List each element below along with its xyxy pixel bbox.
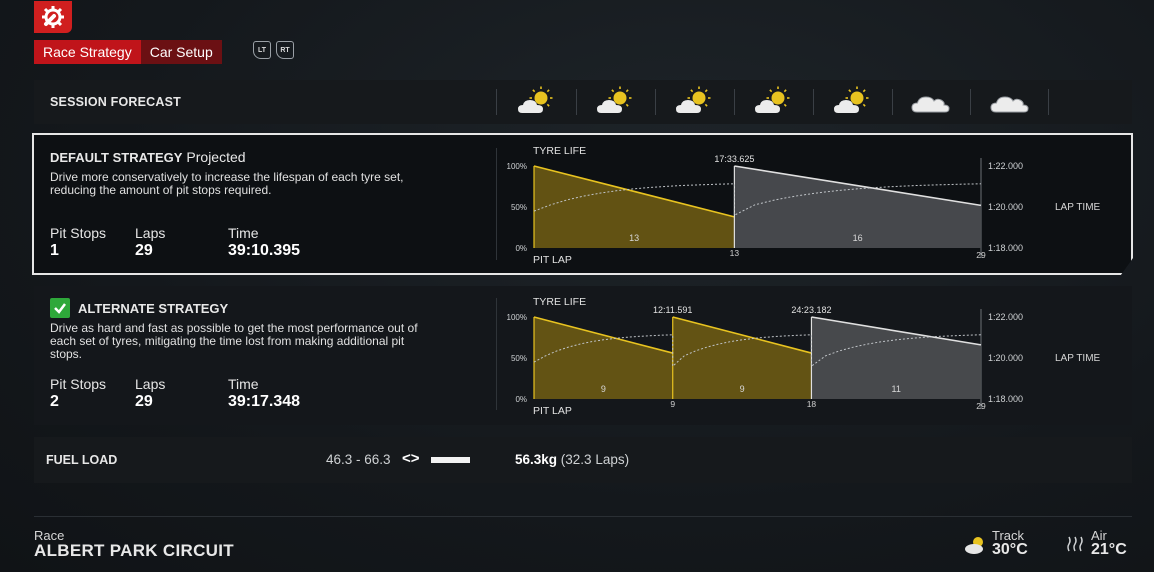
pit-time-label: 12:11.591	[653, 305, 692, 315]
tab-car-setup[interactable]: Car Setup	[140, 40, 222, 64]
alternate-pit-stops-label: Pit Stops	[50, 376, 107, 392]
default-pit-stops-value: 1	[50, 242, 59, 259]
forecast-separator	[655, 89, 656, 115]
pit-time-label: 17:33.625	[714, 154, 754, 164]
default-time-value: 39:10.395	[228, 242, 301, 259]
race-strategy-app-icon	[34, 1, 72, 33]
y-tick-right: 1:20.000	[988, 202, 1023, 212]
y-tick-left: 50%	[511, 203, 527, 212]
session-forecast-title: SESSION FORECAST	[50, 95, 181, 109]
default-strategy-description: Drive more conservatively to increase th…	[50, 170, 404, 197]
alternate-laps-value: 29	[135, 393, 153, 410]
stint-laps-label: 16	[853, 233, 863, 243]
x-axis-label: PIT LAP	[533, 254, 572, 266]
fuel-load-label: FUEL LOAD	[46, 453, 118, 467]
fuel-level-bar[interactable]	[431, 457, 470, 463]
circuit-name: ALBERT PARK CIRCUIT	[34, 541, 234, 560]
selected-checkbox[interactable]	[50, 298, 70, 318]
stint-laps-label: 9	[740, 384, 745, 394]
x-axis-label: PIT LAP	[533, 405, 572, 417]
y-tick-right: 1:18.000	[988, 394, 1023, 404]
divider	[496, 298, 497, 410]
fuel-adjust-arrows-icon[interactable]: <>	[402, 450, 420, 467]
air-temp-value: 21°C	[1091, 541, 1127, 558]
y-tick-right: 1:22.000	[988, 161, 1023, 171]
tab-bar: Race Strategy Car Setup	[34, 40, 222, 64]
end-lap-label: 29	[976, 401, 986, 411]
alternate-laps-label: Laps	[135, 376, 166, 392]
chart-title: TYRE LIFE	[533, 296, 586, 308]
default-strategy-chart: TYRE LIFE PIT LAP 100% 1:22.000 50% 1:20.000 0…	[507, 145, 1101, 266]
lt-bumper-icon[interactable]: LT	[253, 41, 271, 59]
default-laps-label: Laps	[135, 225, 166, 241]
stint-laps-label: 13	[629, 233, 639, 243]
forecast-separator	[892, 89, 893, 115]
default-time-label: Time	[228, 225, 259, 241]
rt-bumper-icon[interactable]: RT	[276, 41, 294, 59]
air-heat-icon	[1067, 536, 1083, 552]
partly-sunny-icon	[965, 537, 983, 554]
forecast-separator	[496, 89, 497, 115]
forecast-separator	[970, 89, 971, 115]
cloud-icon	[990, 96, 1029, 113]
stint-laps-label: 9	[601, 384, 606, 394]
lap-time-label: LAP TIME	[1055, 353, 1101, 364]
forecast-separator	[734, 89, 735, 115]
default-strategy-subtitle: Projected	[186, 149, 246, 165]
fuel-load-value: 56.3kg (32.3 Laps)	[515, 452, 630, 467]
y-tick-left: 0%	[515, 244, 527, 253]
pit-lap-label: 13	[730, 248, 740, 258]
y-tick-left: 100%	[507, 313, 527, 322]
y-tick-right: 1:22.000	[988, 312, 1023, 322]
pit-time-label: 24:23.182	[791, 305, 831, 315]
alternate-time-value: 39:17.348	[228, 393, 301, 410]
partly-sunny-icon	[518, 86, 553, 113]
default-laps-value: 29	[135, 242, 153, 259]
partly-sunny-icon	[755, 86, 790, 113]
wrench-gear-icon	[42, 6, 64, 28]
partly-sunny-icon	[597, 86, 632, 113]
alternate-strategy-chart: TYRE LIFE PIT LAP 100% 1:22.000 50% 1:20.000 0…	[507, 296, 1101, 417]
lap-time-label: LAP TIME	[1055, 202, 1101, 213]
cloud-icon	[911, 96, 950, 113]
forecast-separator	[813, 89, 814, 115]
stint-laps-label: 11	[892, 384, 901, 394]
forecast-separator	[1048, 89, 1049, 115]
tab-race-strategy[interactable]: Race Strategy	[34, 40, 141, 64]
session-forecast-panel	[34, 80, 1132, 124]
alternate-strategy-description: Drive as hard and fast as possible to ge…	[50, 321, 418, 361]
alternate-strategy-title: ALTERNATE STRATEGY	[78, 301, 229, 316]
partly-sunny-icon	[834, 86, 869, 113]
fuel-load-range: 46.3 - 66.3	[326, 452, 391, 467]
y-tick-left: 0%	[515, 395, 527, 404]
footer-divider	[34, 516, 1132, 517]
default-strategy-title: DEFAULT STRATEGY Projected	[50, 149, 246, 165]
y-tick-left: 50%	[511, 354, 527, 363]
pit-lap-label: 18	[807, 399, 817, 409]
y-tick-left: 100%	[507, 162, 527, 171]
chart-title: TYRE LIFE	[533, 145, 586, 157]
y-tick-right: 1:20.000	[988, 353, 1023, 363]
partly-sunny-icon	[676, 86, 711, 113]
track-temp-value: 30°C	[992, 541, 1028, 558]
divider	[496, 148, 497, 260]
end-lap-label: 29	[976, 250, 986, 260]
y-tick-right: 1:18.000	[988, 243, 1023, 253]
default-pit-stops-label: Pit Stops	[50, 225, 107, 241]
checkmark-icon	[54, 303, 66, 314]
alternate-pit-stops-value: 2	[50, 393, 59, 410]
forecast-separator	[576, 89, 577, 115]
alternate-time-label: Time	[228, 376, 259, 392]
pit-lap-label: 9	[670, 399, 675, 409]
